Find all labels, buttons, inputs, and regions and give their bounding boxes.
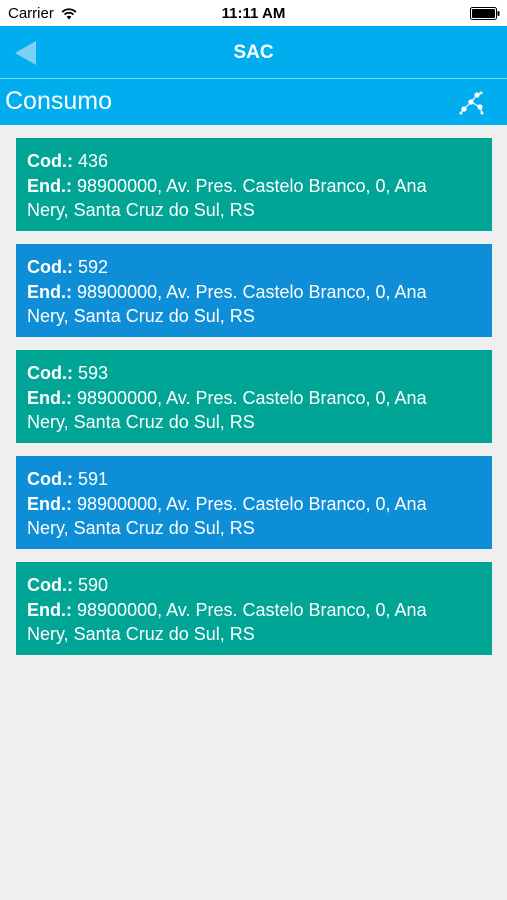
end-value-line1: 98900000, Av. Pres. Castelo Branco, 0, A…	[77, 387, 427, 408]
end-label: End.:	[27, 281, 72, 302]
end-value-line1: 98900000, Av. Pres. Castelo Branco, 0, A…	[77, 599, 427, 620]
address-card[interactable]: Cod.: 592 End.: 98900000, Av. Pres. Cast…	[16, 244, 492, 337]
end-value-line1: 98900000, Av. Pres. Castelo Branco, 0, A…	[77, 175, 427, 196]
network-icon[interactable]	[457, 89, 487, 117]
status-bar: Carrier 11:11 AM	[0, 0, 507, 26]
end-value-line2: Nery, Santa Cruz do Sul, RS	[27, 624, 255, 644]
card-cod-line: Cod.: 591	[27, 467, 482, 492]
end-value-line2: Nery, Santa Cruz do Sul, RS	[27, 518, 255, 538]
end-label: End.:	[27, 175, 72, 196]
end-value-line2: Nery, Santa Cruz do Sul, RS	[27, 200, 255, 220]
card-cod-line: Cod.: 592	[27, 255, 482, 280]
cod-label: Cod.:	[27, 575, 73, 595]
end-label: End.:	[27, 493, 72, 514]
end-label: End.:	[27, 387, 72, 408]
cod-value: 436	[78, 151, 109, 171]
cod-label: Cod.:	[27, 151, 73, 171]
end-value-line2: Nery, Santa Cruz do Sul, RS	[27, 412, 255, 432]
cod-label: Cod.:	[27, 257, 73, 277]
address-card[interactable]: Cod.: 591 End.: 98900000, Av. Pres. Cast…	[16, 456, 492, 549]
card-end-line: End.: 98900000, Av. Pres. Castelo Branco…	[27, 280, 482, 305]
address-card[interactable]: Cod.: 593 End.: 98900000, Av. Pres. Cast…	[16, 350, 492, 443]
page-title: SAC	[233, 42, 274, 63]
cod-value: 591	[78, 469, 109, 489]
navigation-bar: SAC	[0, 26, 507, 78]
cod-value: 590	[78, 575, 109, 595]
card-end-line: End.: 98900000, Av. Pres. Castelo Branco…	[27, 386, 482, 411]
card-cod-line: Cod.: 593	[27, 361, 482, 386]
address-card[interactable]: Cod.: 590 End.: 98900000, Av. Pres. Cast…	[16, 562, 492, 655]
cod-label: Cod.:	[27, 363, 73, 383]
address-card[interactable]: Cod.: 436 End.: 98900000, Av. Pres. Cast…	[16, 138, 492, 231]
end-value-line1: 98900000, Av. Pres. Castelo Branco, 0, A…	[77, 493, 427, 514]
section-title: Consumo	[5, 87, 112, 115]
end-label: End.:	[27, 599, 72, 620]
card-end-line: End.: 98900000, Av. Pres. Castelo Branco…	[27, 598, 482, 623]
cod-value: 592	[78, 257, 109, 277]
card-cod-line: Cod.: 590	[27, 573, 482, 598]
end-value-line1: 98900000, Av. Pres. Castelo Branco, 0, A…	[77, 281, 427, 302]
battery-icon	[470, 7, 500, 20]
cod-label: Cod.:	[27, 469, 73, 489]
end-value-line2: Nery, Santa Cruz do Sul, RS	[27, 306, 255, 326]
cod-value: 593	[78, 363, 109, 383]
card-end-line: End.: 98900000, Av. Pres. Castelo Branco…	[27, 492, 482, 517]
card-end-line: End.: 98900000, Av. Pres. Castelo Branco…	[27, 174, 482, 199]
address-card-list: Cod.: 436 End.: 98900000, Av. Pres. Cast…	[16, 138, 492, 668]
section-header: Consumo	[0, 79, 507, 125]
status-time: 11:11 AM	[221, 5, 286, 22]
card-cod-line: Cod.: 436	[27, 149, 482, 174]
